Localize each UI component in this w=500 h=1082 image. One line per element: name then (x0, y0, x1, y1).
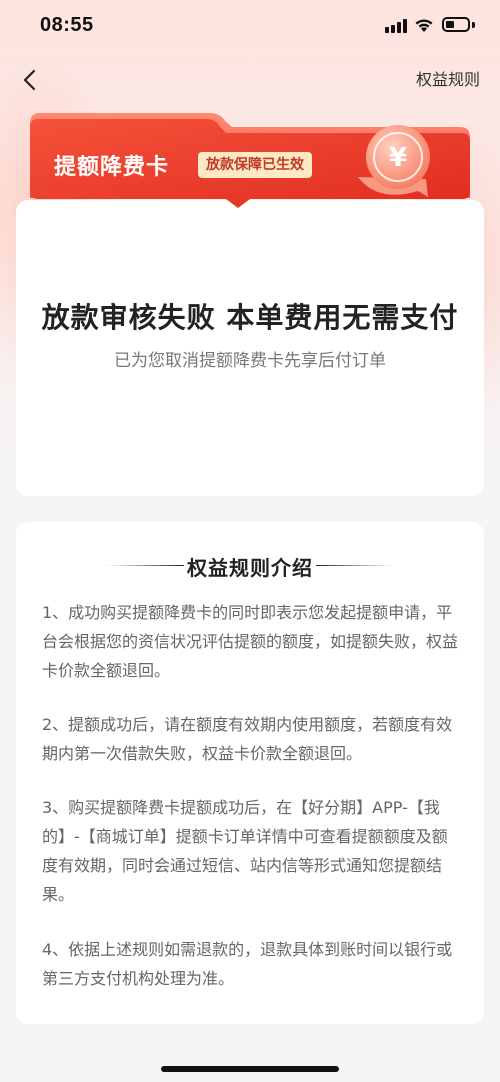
rule-item-2: 2、提额成功后，请在额度有效期内使用额度，若额度有效期内第一次借款失败，权益卡价… (42, 715, 453, 763)
battery-icon (442, 17, 470, 32)
result-title: 放款审核失败 本单费用无需支付 (41, 301, 459, 334)
rule-item-3: 3、购买提额降费卡提额成功后，在【好分期】APP-【我的】-【商城订单】提额卡订… (42, 798, 448, 904)
coin-icon: ¥ (358, 125, 430, 197)
rules-header: 权益规则介绍 (16, 552, 484, 580)
chevron-left-icon (23, 69, 36, 91)
rules-heading: 权益规则介绍 (187, 556, 313, 580)
coin-symbol: ¥ (389, 143, 407, 173)
rule-item-4: 4、依据上述规则如需退款的，退款具体到账时间以银行或第三方支付机构处理为准。 (42, 940, 453, 988)
rules-card: 权益规则介绍 1、成功购买提额降费卡的同时即表示您发起提额申请，平台会根据您的资… (16, 522, 484, 1024)
result-card: 放款审核失败 本单费用无需支付 已为您取消提额降费卡先享后付订单 (16, 200, 484, 496)
status-time: 08:55 (40, 14, 94, 36)
result-subtitle: 已为您取消提额降费卡先享后付订单 (114, 351, 386, 371)
banner-title: 提额降费卡 (54, 155, 170, 180)
status-bar: 08:55 (0, 0, 500, 56)
home-indicator[interactable] (161, 1066, 339, 1072)
cellular-signal-icon (385, 19, 407, 33)
back-button[interactable] (10, 60, 50, 100)
wifi-icon (415, 19, 433, 32)
rule-item-1: 1、成功购买提额降费卡的同时即表示您发起提额申请，平台会根据您的资信状况评估提额… (42, 603, 459, 680)
card-banner: 提额降费卡 放款保障已生效 ¥ (30, 113, 470, 208)
rules-link[interactable]: 权益规则 (416, 66, 480, 90)
divider-right (316, 565, 394, 566)
battery-cap (472, 22, 475, 28)
status-badge: 放款保障已生效 (198, 152, 312, 178)
